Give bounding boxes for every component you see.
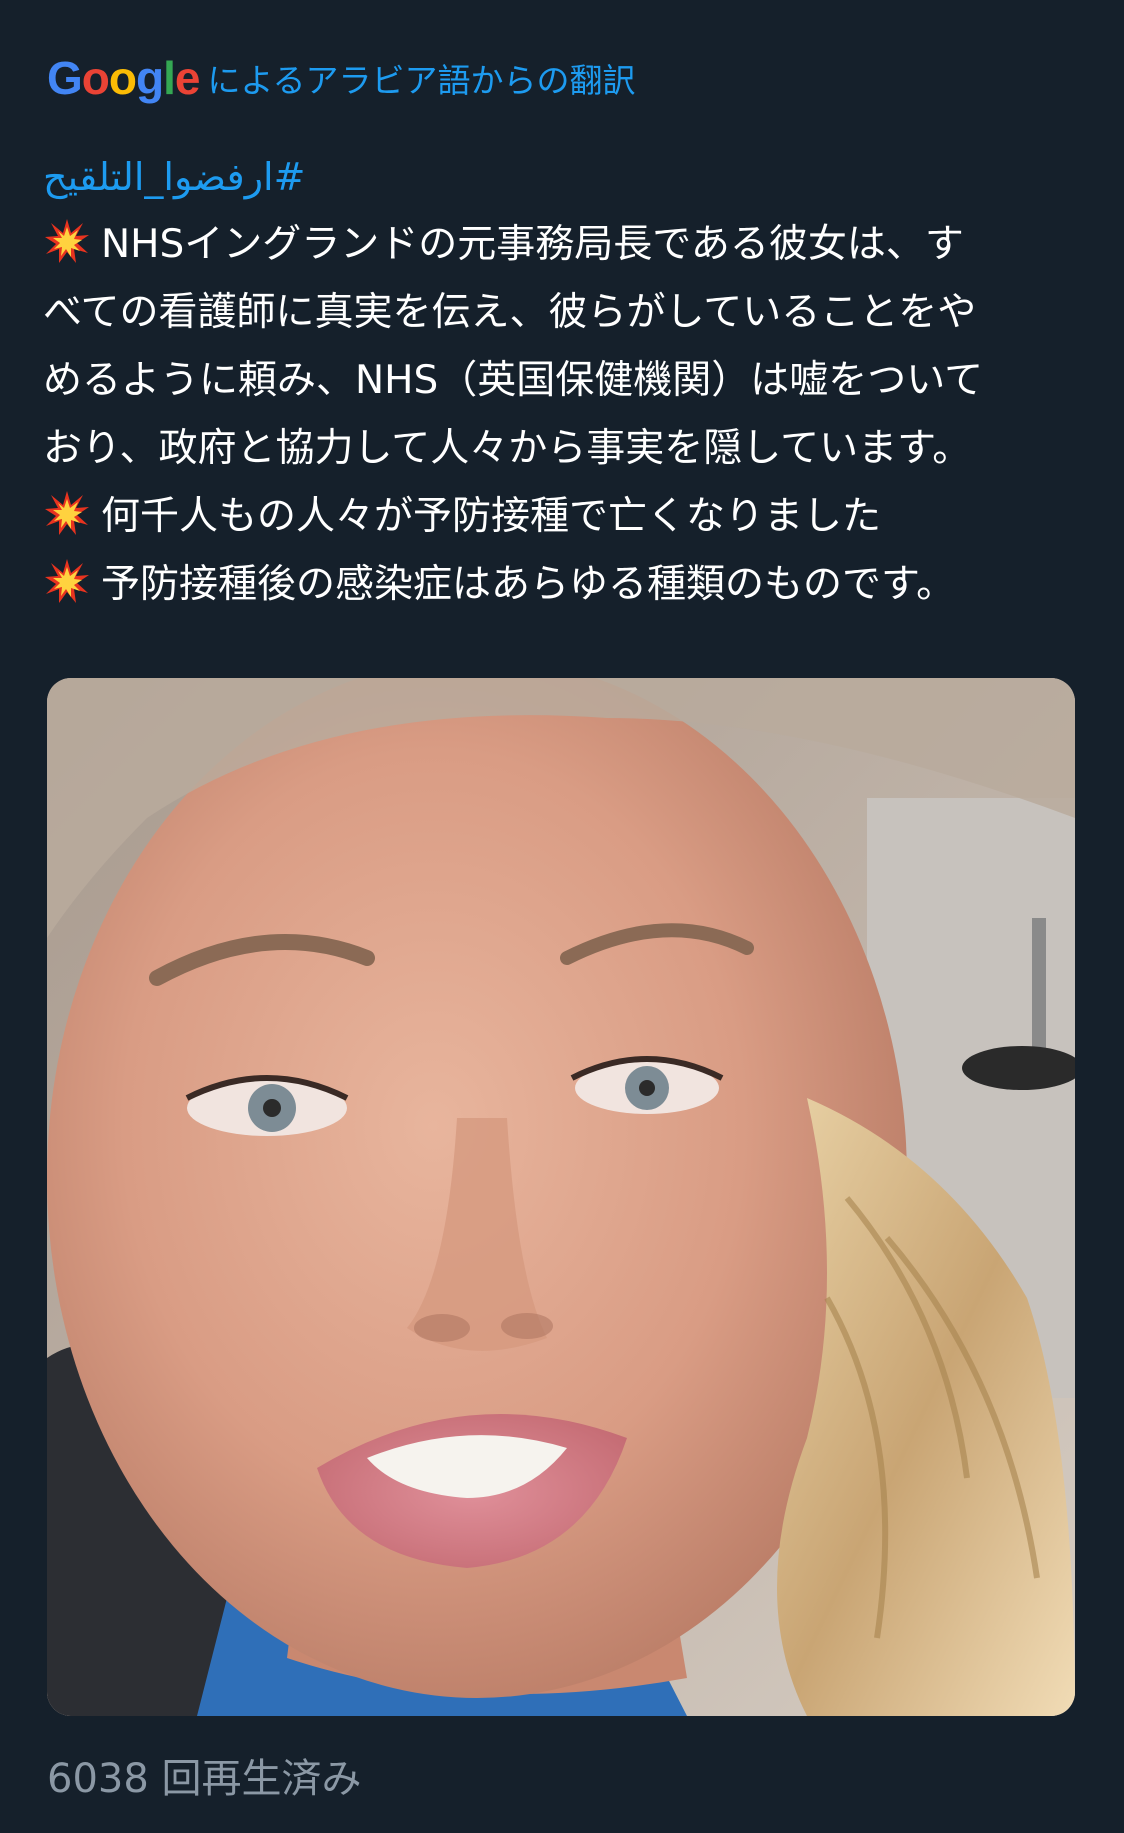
tweet-line-text: 予防接種後の感染症はあらゆる種類のものです。 [101, 562, 956, 607]
view-count: 6038 回再生済み [47, 1756, 362, 1802]
google-logo[interactable]: Google [47, 51, 201, 105]
collision-icon [45, 219, 89, 263]
video-thumbnail [47, 678, 1075, 1716]
tweet-line-text: NHSイングランドの元事務局長である彼女は、す [101, 222, 964, 267]
tweet-paragraph-1: NHSイングランドの元事務局長である彼女は、す べての看護師に真実を伝え、彼らが… [43, 211, 1083, 483]
tweet-line: NHSイングランドの元事務局長である彼女は、す [43, 211, 1083, 279]
translated-from-label[interactable]: によるアラビア語からの翻訳 [207, 54, 635, 102]
video-player[interactable] [47, 678, 1075, 1716]
google-logo-letter: G [47, 52, 83, 104]
collision-icon [45, 491, 89, 535]
tweet-line: めるように頼み、NHS（英国保健機関）は嘘をついて [43, 358, 984, 403]
collision-icon [45, 559, 89, 603]
tweet-line: べての看護師に真実を伝え、彼らがしていることをや [43, 290, 977, 335]
google-logo-letter: o [108, 52, 137, 104]
google-logo-letter: g [136, 52, 164, 104]
tweet-line: 何千人もの人々が予防接種で亡くなりました [43, 483, 1083, 551]
tweet-line-text: 何千人もの人々が予防接種で亡くなりました [101, 494, 882, 539]
google-logo-letter: o [81, 52, 110, 104]
hashtag-link[interactable]: #ارفضوا_التلقيح [43, 143, 1083, 211]
tweet-text: #ارفضوا_التلقيح NHSイングランドの元事務局長である彼女は、す … [43, 143, 1083, 619]
translation-header: Google によるアラビア語からの翻訳 [47, 48, 636, 108]
google-logo-letter: l [163, 52, 176, 104]
tweet-line: おり、政府と協力して人々から事実を隠しています。 [43, 426, 972, 471]
google-logo-letter: e [174, 52, 201, 104]
tweet-line: 予防接種後の感染症はあらゆる種類のものです。 [43, 551, 1083, 619]
